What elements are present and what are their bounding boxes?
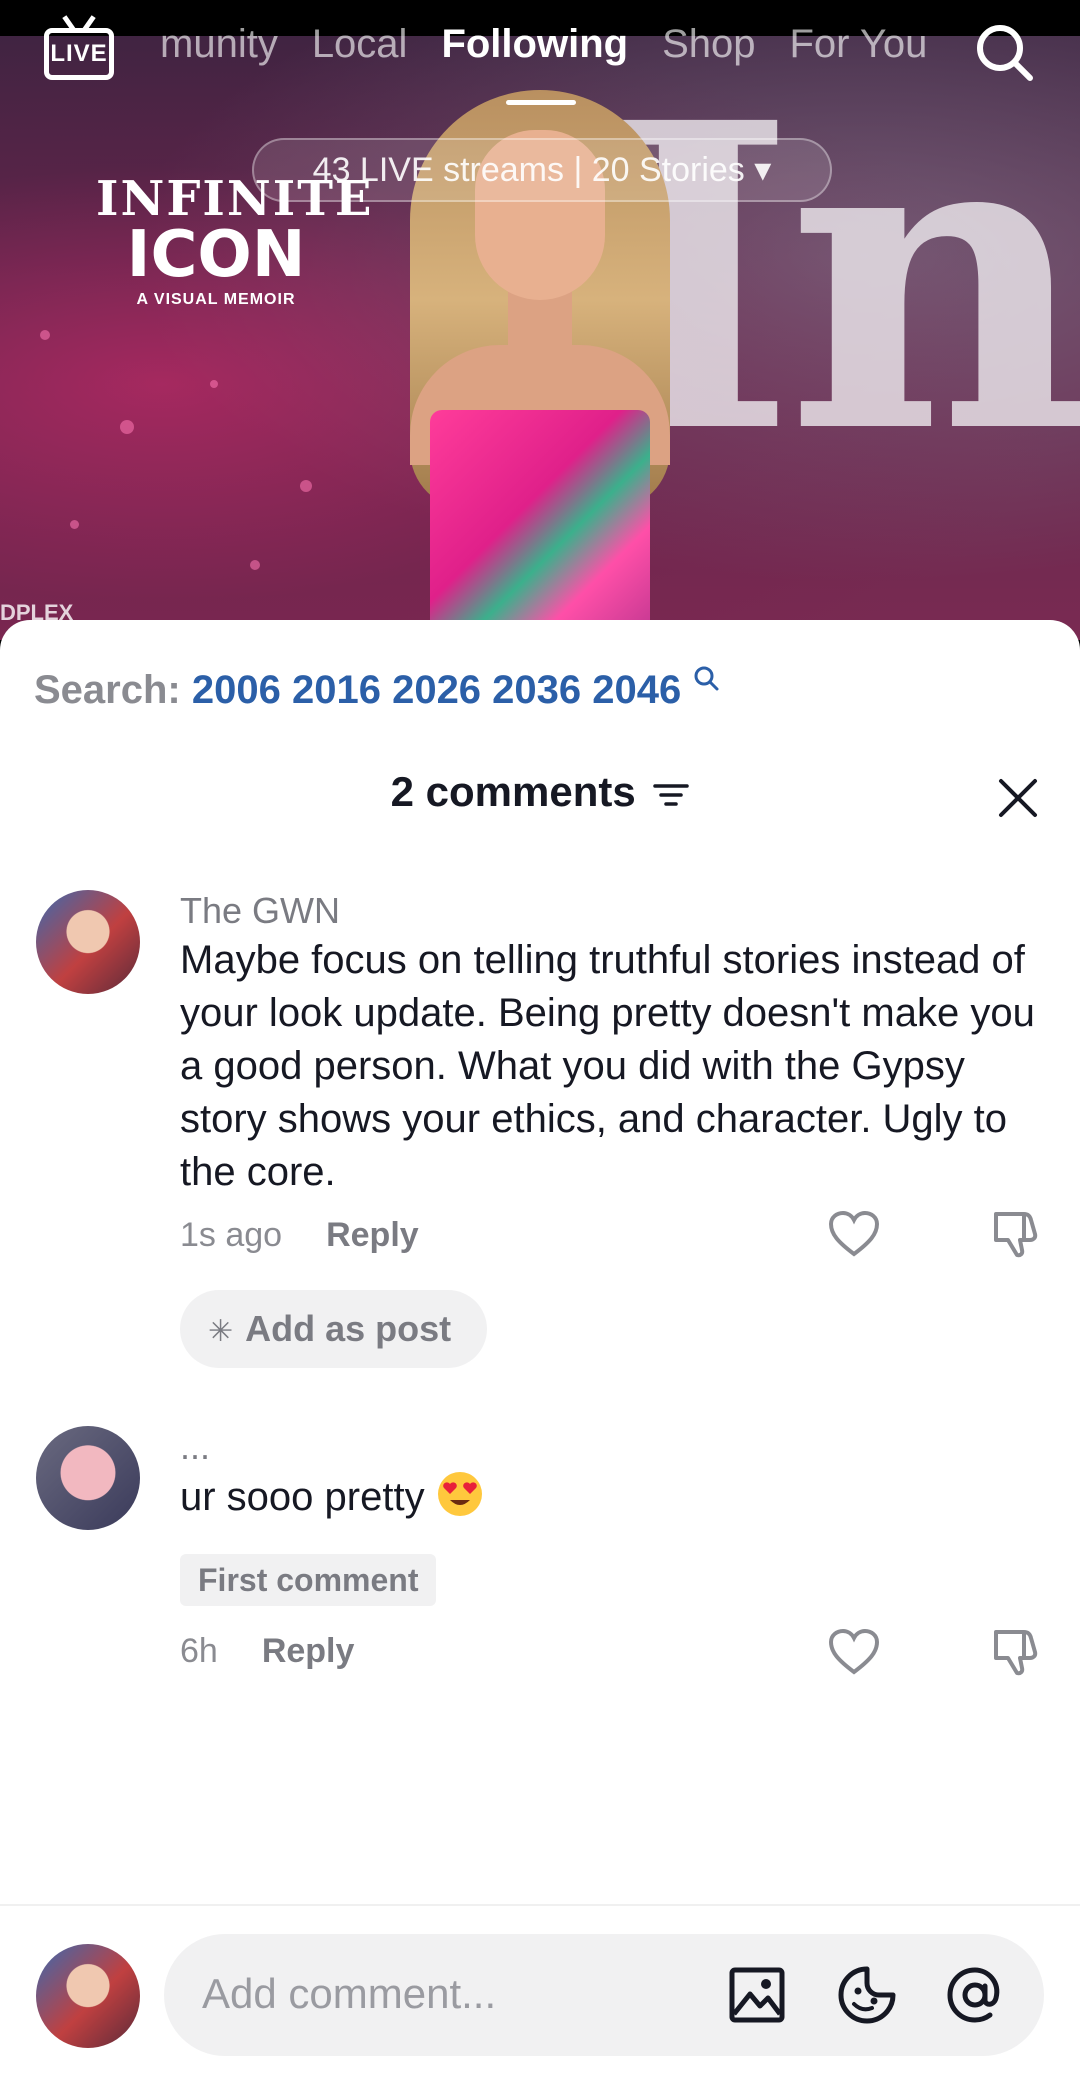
- logo-main-text: ICON: [126, 218, 306, 292]
- heart-icon[interactable]: [828, 1628, 880, 1676]
- tab-following[interactable]: Following: [441, 22, 628, 67]
- comment-text-body: ur sooo pretty: [180, 1475, 425, 1519]
- reply-button[interactable]: Reply: [326, 1216, 419, 1254]
- my-avatar[interactable]: [36, 1944, 140, 2048]
- comment-time: 6h: [180, 1632, 218, 1670]
- thumbs-down-icon[interactable]: [990, 1624, 1042, 1676]
- at-icon[interactable]: [944, 1964, 1006, 2026]
- comments-sheet: Search: 2006 2016 2026 2036 2046 2 comme…: [0, 620, 1080, 2080]
- emoji-icon[interactable]: [836, 1964, 898, 2026]
- comment-username[interactable]: ...: [180, 1426, 210, 1468]
- comment-time: 1s ago: [180, 1216, 283, 1254]
- search-suggestion[interactable]: Search: 2006 2016 2026 2036 2046: [34, 668, 681, 713]
- comment-input[interactable]: [202, 1954, 702, 2034]
- tab-community[interactable]: munity: [160, 22, 278, 67]
- top-navigation: LIVE munity Local Following Shop For You: [0, 0, 1080, 110]
- close-icon[interactable]: [996, 776, 1040, 820]
- active-tab-indicator: [506, 100, 576, 105]
- comment-meta: 6h Reply: [180, 1632, 354, 1671]
- comments-count: 2 comments: [390, 768, 636, 815]
- image-icon[interactable]: [726, 1964, 788, 2026]
- search-icon[interactable]: [972, 20, 1036, 84]
- comment-input-wrapper[interactable]: [164, 1934, 1044, 2056]
- avatar[interactable]: [36, 890, 140, 994]
- first-comment-badge: First comment: [180, 1554, 437, 1606]
- avatar[interactable]: [36, 1426, 140, 1530]
- add-as-post-label: Add as post: [245, 1308, 452, 1349]
- sparkle-icon: ✳: [208, 1315, 234, 1348]
- sparkle-decoration: [70, 520, 79, 529]
- sparkle-decoration: [40, 330, 50, 340]
- sparkle-decoration: [300, 480, 312, 492]
- live-tv-icon[interactable]: LIVE: [44, 28, 114, 80]
- comment-composer: [0, 1904, 1080, 2080]
- sparkle-decoration: [210, 380, 218, 388]
- sparkle-decoration: [120, 420, 134, 434]
- comment-username[interactable]: The GWN: [180, 890, 340, 932]
- comments-header: 2 comments: [0, 768, 1080, 816]
- tab-shop[interactable]: Shop: [662, 22, 755, 67]
- filter-icon[interactable]: [653, 781, 690, 809]
- comment-meta: 1s ago Reply: [180, 1216, 419, 1255]
- comment-text: ur sooo pretty: [180, 1470, 1060, 1524]
- feed-tabs: munity Local Following Shop For You: [160, 22, 927, 67]
- search-label: Search:: [34, 668, 181, 712]
- tab-for-you[interactable]: For You: [789, 22, 927, 67]
- video-background[interactable]: In3 INFINITE ICON A VISUAL MEMOIR DPLEX …: [0, 0, 1080, 640]
- add-as-post-button[interactable]: ✳ Add as post: [180, 1290, 488, 1368]
- search-icon: [694, 666, 719, 691]
- search-terms-link[interactable]: 2006 2016 2026 2036 2046: [192, 668, 681, 712]
- reply-button[interactable]: Reply: [262, 1632, 355, 1670]
- subject-neck: [508, 290, 572, 360]
- heart-icon[interactable]: [828, 1210, 880, 1258]
- heart-eyes-emoji-icon: [437, 1472, 482, 1516]
- live-streams-pill[interactable]: 43 LIVE streams | 20 Stories ▾: [252, 138, 832, 202]
- comment-text: Maybe focus on telling truthful stories …: [180, 938, 1035, 1194]
- subject-dress: [430, 410, 650, 640]
- thumbs-down-icon[interactable]: [990, 1206, 1042, 1258]
- tab-local[interactable]: Local: [312, 22, 408, 67]
- sparkle-decoration: [250, 560, 260, 570]
- logo-sub-text: A VISUAL MEMOIR: [136, 291, 296, 308]
